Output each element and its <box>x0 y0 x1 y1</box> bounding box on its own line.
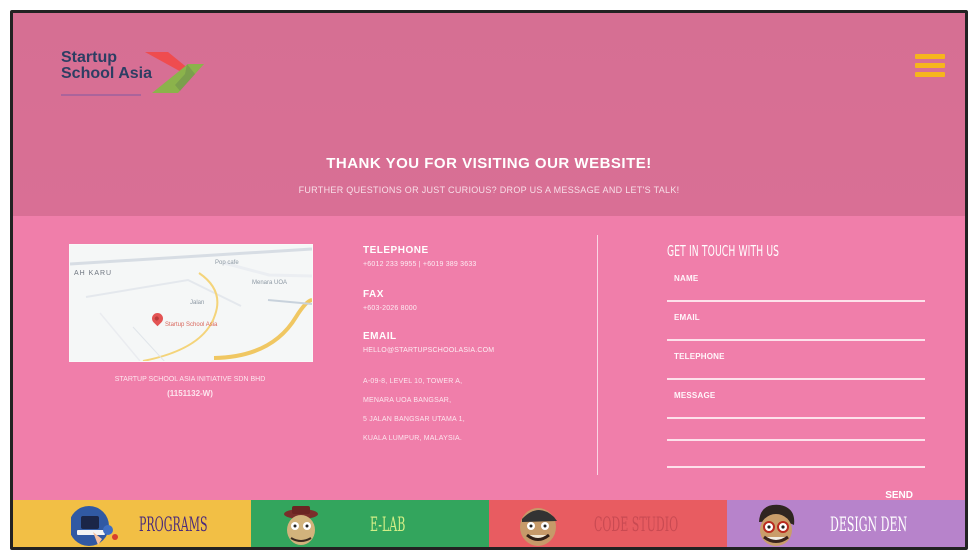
name-field[interactable]: NAME <box>667 267 925 302</box>
contact-details: TELEPHONE +6012 233 9955 | +6019 389 363… <box>363 244 573 448</box>
brand-chevron-icon <box>145 52 204 93</box>
email-field-label: EMAIL <box>674 313 700 322</box>
menu-bar-icon <box>915 54 945 59</box>
hair-character-icon <box>759 504 795 546</box>
form-title: GET IN TOUCH WITH US <box>667 242 780 260</box>
email-value[interactable]: HELLO@STARTUPSCHOOLASIA.COM <box>363 344 573 357</box>
map-road-label: Jalan <box>190 300 205 306</box>
nav-code-studio[interactable]: CODE STUDIO <box>489 500 727 547</box>
telephone-field-label: TELEPHONE <box>674 352 725 361</box>
telephone-label: TELEPHONE <box>363 245 429 256</box>
email-label: EMAIL <box>363 331 397 342</box>
telephone-value[interactable]: +6012 233 9955 | +6019 389 3633 <box>363 258 573 271</box>
map-poi-label: Pop cafe <box>215 260 239 266</box>
map-building-label: Menara UOA <box>252 280 288 286</box>
company-name: STARTUP SCHOOL ASIA INITIATIVE SDN BHD <box>114 376 266 383</box>
hero-section: Startup School Asia THANK YOU FOR VISITI… <box>13 13 965 216</box>
nav-design-den[interactable]: DESIGN DEN <box>727 500 965 547</box>
nav-design-den-label: DESIGN DEN <box>830 512 908 536</box>
address-line: 5 JALAN BANGSAR UTAMA 1, <box>363 416 465 423</box>
nav-elab-label: E-LAB <box>370 512 406 536</box>
message-field[interactable]: MESSAGE <box>667 384 925 419</box>
location-map[interactable]: AH KARU Pop cafe Jalan Menara UOA Startu… <box>69 244 313 362</box>
contact-section: AH KARU Pop cafe Jalan Menara UOA Startu… <box>13 216 965 503</box>
brand-name-line-1: Startup <box>61 49 117 66</box>
telephone-field[interactable]: TELEPHONE <box>667 345 925 380</box>
nav-programs-label: PROGRAMS <box>139 512 208 536</box>
contact-divider <box>597 235 598 475</box>
laptop-character-icon <box>71 506 118 546</box>
address-line: KUALA LUMPUR, MALAYSIA. <box>363 435 463 442</box>
fax-label: FAX <box>363 289 384 300</box>
brand-underline <box>61 94 141 96</box>
menu-bar-icon <box>915 72 945 77</box>
brand-name-line-2: School Asia <box>61 65 152 82</box>
menu-bar-icon <box>915 63 945 68</box>
message-field-label: MESSAGE <box>674 391 716 400</box>
brand-logo[interactable]: Startup School Asia <box>61 50 241 110</box>
page-subtitle: FURTHER QUESTIONS OR JUST CURIOUS? DROP … <box>298 185 680 195</box>
hamburger-menu-icon[interactable] <box>915 54 945 78</box>
fax-value: +603-2026 8000 <box>363 305 417 312</box>
cap-character-icon <box>520 508 557 546</box>
nav-programs[interactable]: PROGRAMS <box>13 500 251 547</box>
email-field[interactable]: EMAIL <box>667 306 925 341</box>
brand-logo-text: Startup School Asia <box>61 50 152 82</box>
address-line: A-09-8, LEVEL 10, TOWER A, <box>363 378 463 385</box>
company-registration: (1151132-W) <box>167 389 213 398</box>
name-field-label: NAME <box>674 274 699 283</box>
company-info: STARTUP SCHOOL ASIA INITIATIVE SDN BHD (… <box>57 373 323 401</box>
nav-elab[interactable]: E-LAB <box>251 500 489 547</box>
address-block: A-09-8, LEVEL 10, TOWER A, MENARA UOA BA… <box>363 372 573 448</box>
map-area-label: AH KARU <box>74 270 113 277</box>
page-title: THANK YOU FOR VISITING OUR WEBSITE! <box>326 155 652 172</box>
bottom-navigation: PROGRAMS E-LAB CODE STUDIO DESIGN DEN <box>13 500 965 547</box>
message-field-extra-line[interactable] <box>667 423 925 441</box>
hat-character-icon <box>284 506 318 545</box>
map-place-label: Startup School Asia <box>165 322 218 328</box>
message-field-extra-line[interactable] <box>667 441 925 468</box>
contact-form: GET IN TOUCH WITH US NAME EMAIL TELEPHON… <box>667 242 925 501</box>
address-line: MENARA UOA BANGSAR, <box>363 397 452 404</box>
website-frame: Startup School Asia THANK YOU FOR VISITI… <box>10 10 968 550</box>
nav-code-studio-label: CODE STUDIO <box>594 512 679 536</box>
